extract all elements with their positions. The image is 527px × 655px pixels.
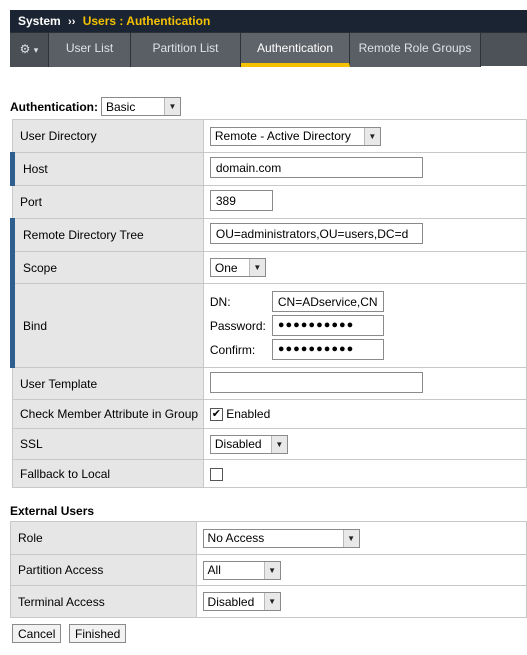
terminal-access-label: Terminal Access [10, 585, 197, 618]
chevron-down-icon: ▼ [263, 593, 280, 610]
dn-label: DN: [209, 294, 231, 309]
gear-icon: ⚙ [19, 42, 31, 56]
scope-value: One [214, 260, 238, 275]
remote-directory-tree-label: Remote Directory Tree [10, 218, 204, 252]
chevron-down-icon: ▼ [263, 561, 280, 579]
row-scope: Scope One ▼ [10, 251, 527, 284]
row-check-member-attribute: Check Member Attribute in Group ✔ Enable… [12, 399, 527, 429]
fallback-label: Fallback to Local [12, 459, 204, 488]
role-select[interactable]: No Access ▼ [202, 528, 360, 548]
role-label: Role [10, 521, 197, 555]
terminal-access-value: Disabled [207, 594, 255, 609]
partition-access-value: All [207, 563, 221, 577]
scope-label: Scope [10, 251, 204, 284]
row-user-template: User Template [12, 367, 527, 400]
row-fallback-to-local: Fallback to Local [12, 459, 527, 488]
check-member-option-label: Enabled [226, 406, 271, 421]
ssl-select[interactable]: Disabled ▼ [209, 434, 288, 454]
row-remote-directory-tree: Remote Directory Tree OU=administrators,… [10, 218, 527, 252]
fallback-checkbox[interactable] [209, 467, 223, 481]
chevron-down-icon: ▼ [342, 529, 359, 547]
tab-remote-role-groups[interactable]: Remote Role Groups [350, 33, 481, 67]
gear-menu-button[interactable]: ⚙ ▾ [10, 33, 49, 67]
partition-access-label: Partition Access [10, 554, 197, 586]
confirm-label: Confirm: [209, 342, 256, 357]
external-users-title: External Users [10, 504, 95, 518]
row-ssl: SSL Disabled ▼ [12, 428, 527, 460]
user-template-label: User Template [12, 367, 204, 400]
tab-bar: ⚙ ▾ User List Partition List Authenticat… [10, 32, 527, 67]
external-users-form: Role No Access ▼ Partition Access All ▼ … [10, 521, 527, 618]
port-input[interactable]: 389 [209, 190, 273, 211]
finished-button[interactable]: Finished [69, 624, 127, 643]
scope-select[interactable]: One ▼ [209, 258, 266, 277]
ssl-label: SSL [12, 428, 204, 460]
breadcrumb-separator: ›› [68, 16, 76, 28]
user-template-input[interactable] [209, 371, 423, 393]
host-label: Host [10, 152, 204, 186]
user-directory-label: User Directory [12, 119, 204, 153]
host-input[interactable]: domain.com [209, 157, 423, 178]
chevron-down-icon: ▼ [363, 127, 380, 145]
tab-authentication[interactable]: Authentication [241, 33, 350, 67]
port-label: Port [12, 185, 204, 219]
chevron-down-icon: ▼ [164, 98, 180, 115]
chevron-down-icon: ▼ [270, 435, 287, 453]
password-label: Password: [209, 318, 266, 333]
check-member-label: Check Member Attribute in Group [12, 399, 204, 429]
authentication-select[interactable]: Basic ▼ [101, 97, 181, 116]
chevron-down-icon: ▼ [248, 259, 265, 276]
bind-label: Bind [10, 283, 204, 368]
row-port: Port 389 [12, 185, 527, 219]
row-terminal-access: Terminal Access Disabled ▼ [10, 585, 527, 618]
bind-fields: DN: CN=ADservice,CN Password: ●●●●●●●●●●… [210, 285, 526, 366]
authentication-form: User Directory Remote - Active Directory… [10, 119, 527, 488]
check-member-checkbox[interactable]: ✔ [209, 408, 223, 422]
breadcrumb: System ›› Users : Authentication [10, 10, 527, 32]
user-directory-select[interactable]: Remote - Active Directory ▼ [209, 126, 381, 146]
confirm-password-input[interactable]: ●●●●●●●●●● [271, 339, 384, 360]
password-input[interactable]: ●●●●●●●●●● [271, 315, 384, 336]
row-host: Host domain.com [10, 152, 527, 186]
authentication-label: Authentication: [10, 99, 98, 114]
user-directory-value: Remote - Active Directory [214, 129, 351, 143]
tab-partition-list[interactable]: Partition List [131, 33, 241, 67]
authentication-row: Authentication: Basic ▼ [10, 97, 181, 116]
breadcrumb-current: Users : Authentication [82, 14, 211, 28]
dn-input[interactable]: CN=ADservice,CN [271, 291, 384, 312]
partition-access-select[interactable]: All ▼ [202, 560, 281, 580]
row-bind: Bind DN: CN=ADservice,CN Password: ●●●●●… [10, 283, 527, 368]
authentication-value: Basic [106, 99, 136, 114]
breadcrumb-root[interactable]: System [18, 14, 61, 28]
terminal-access-select[interactable]: Disabled ▼ [202, 592, 281, 611]
row-user-directory: User Directory Remote - Active Directory… [12, 119, 527, 153]
role-value: No Access [207, 531, 265, 545]
ssl-value: Disabled [214, 437, 262, 451]
chevron-down-icon: ▾ [33, 45, 39, 55]
tab-user-list[interactable]: User List [49, 33, 131, 67]
row-role: Role No Access ▼ [10, 521, 527, 555]
cancel-button[interactable]: Cancel [12, 624, 62, 643]
remote-directory-tree-input[interactable]: OU=administrators,OU=users,DC=d [209, 223, 423, 244]
row-partition-access: Partition Access All ▼ [10, 554, 527, 586]
